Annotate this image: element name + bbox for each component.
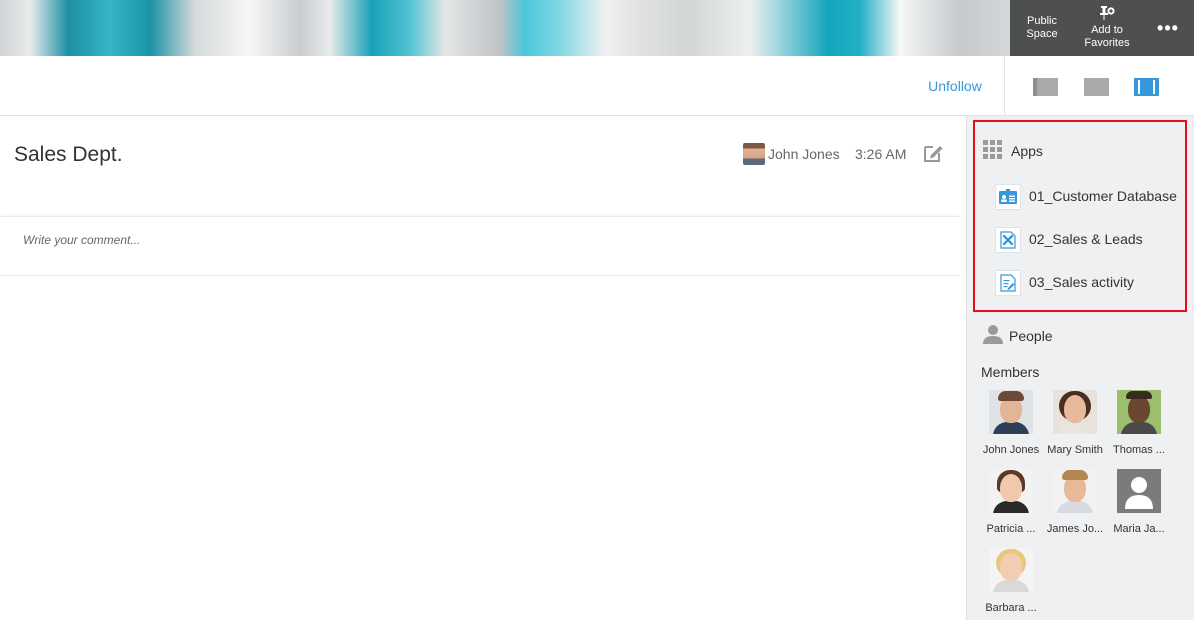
people-heading: People: [1009, 328, 1053, 344]
member-thomas[interactable]: Thomas ...: [1109, 390, 1169, 456]
tools-document-icon: [995, 227, 1021, 253]
avatar: [989, 548, 1033, 592]
apps-heading: Apps: [1011, 143, 1043, 159]
edit-document-icon: [995, 270, 1021, 296]
default-avatar-icon: [1125, 477, 1153, 509]
layout-full-width-icon[interactable]: [1084, 78, 1109, 96]
member-maria-ja[interactable]: Maria Ja...: [1109, 469, 1169, 535]
members-heading: Members: [981, 364, 1040, 380]
thread-header: Sales Dept. John Jones 3:26 AM: [0, 116, 966, 216]
edit-icon[interactable]: [922, 142, 944, 164]
apps-grid-icon: [983, 140, 1003, 160]
app-label: 03_Sales activity: [1029, 274, 1135, 290]
apps-panel: Apps 01_Customer Database 02_Sales & Lea…: [973, 120, 1187, 312]
public-space-button[interactable]: Public Space: [1014, 0, 1070, 56]
space-toolbar: Unfollow: [0, 56, 1194, 116]
author-name-link[interactable]: John Jones: [768, 146, 840, 162]
right-sidebar: Apps 01_Customer Database 02_Sales & Lea…: [966, 116, 1194, 620]
app-label: 01_Customer Database: [1029, 188, 1177, 204]
app-item-sales-leads[interactable]: 02_Sales & Leads: [989, 223, 1194, 253]
avatar: [989, 390, 1033, 434]
avatar: [1053, 469, 1097, 513]
member-barbara[interactable]: Barbara ...: [981, 548, 1041, 614]
contact-card-icon: [995, 184, 1021, 210]
member-name: Barbara ...: [985, 602, 1037, 614]
member-name: Patricia ...: [986, 523, 1036, 535]
add-to-favorites-label: Add to Favorites: [1084, 24, 1130, 49]
member-patricia[interactable]: Patricia ...: [981, 469, 1041, 535]
toolbar-divider: [1004, 56, 1005, 116]
app-label: 02_Sales & Leads: [1029, 231, 1143, 247]
person-icon: [983, 324, 1003, 344]
avatar: [1053, 390, 1097, 434]
avatar: [989, 469, 1033, 513]
member-james-jo[interactable]: James Jo...: [1045, 469, 1105, 535]
add-to-favorites-button[interactable]: Add to Favorites: [1072, 0, 1142, 56]
member-name: Mary Smith: [1047, 444, 1103, 456]
more-options-button[interactable]: •••: [1148, 0, 1188, 56]
post-time: 3:26 AM: [855, 146, 907, 162]
member-john-jones[interactable]: John Jones: [981, 390, 1041, 456]
member-name: Thomas ...: [1113, 444, 1165, 456]
more-dots-icon: •••: [1157, 17, 1179, 38]
layout-three-column-icon[interactable]: [1134, 78, 1159, 96]
comment-placeholder: Write your comment...: [23, 233, 141, 247]
author-avatar[interactable]: [743, 143, 765, 165]
layout-sidebar-left-icon[interactable]: [1033, 78, 1058, 96]
thread-title: Sales Dept.: [14, 143, 123, 166]
member-name: Maria Ja...: [1113, 523, 1165, 535]
app-item-sales-activity[interactable]: 03_Sales activity: [989, 266, 1194, 296]
app-item-customer-database[interactable]: 01_Customer Database: [989, 180, 1194, 210]
comment-input[interactable]: Write your comment...: [0, 216, 960, 276]
member-name: John Jones: [982, 444, 1040, 456]
member-name: James Jo...: [1046, 523, 1104, 535]
pin-add-icon: [1099, 6, 1115, 22]
member-mary-smith[interactable]: Mary Smith: [1045, 390, 1105, 456]
avatar: [1117, 469, 1161, 513]
thread-main: Sales Dept. John Jones 3:26 AM Write you…: [0, 116, 966, 620]
avatar: [1117, 390, 1161, 434]
unfollow-link[interactable]: Unfollow: [920, 78, 990, 94]
space-cover-banner: Public Space Add to Favorites •••: [0, 0, 1194, 56]
public-space-label: Public Space: [1026, 15, 1058, 40]
